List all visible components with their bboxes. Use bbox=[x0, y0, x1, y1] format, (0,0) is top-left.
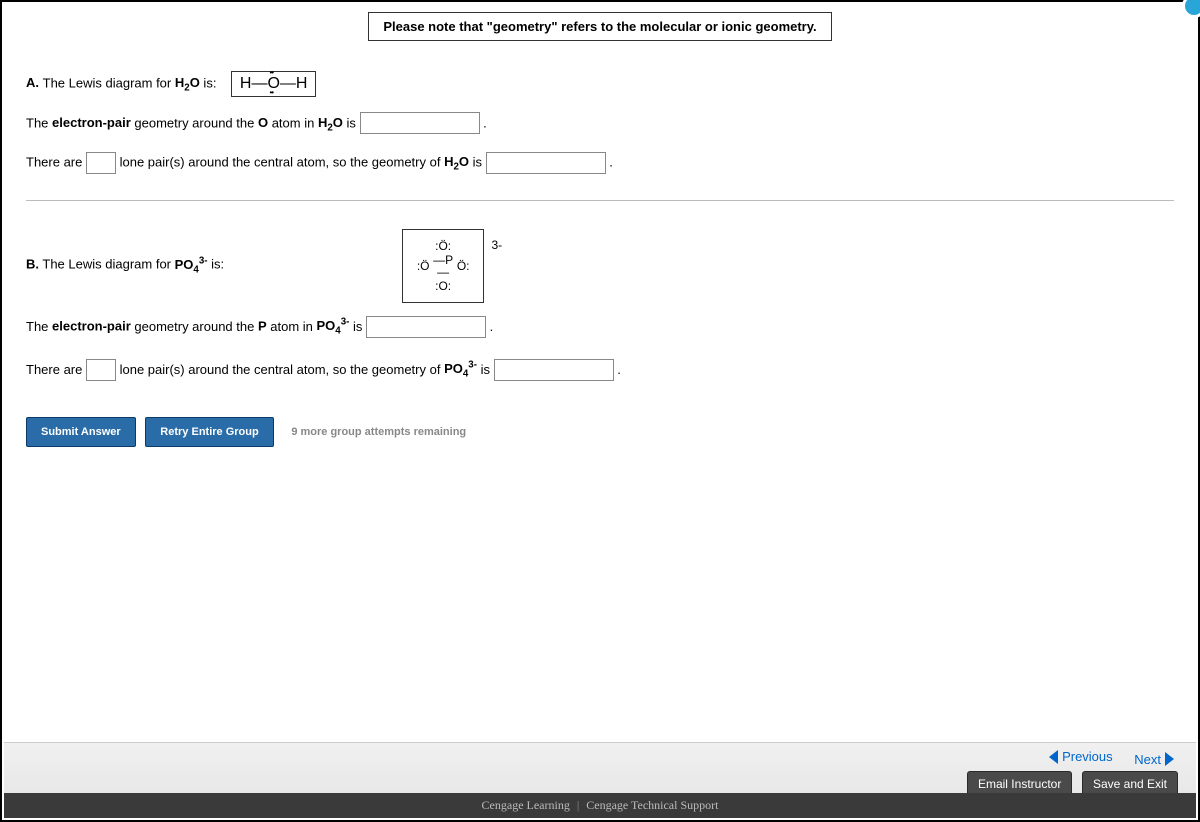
part-a-q1: The electron-pair geometry around the O … bbox=[26, 109, 1174, 143]
b-lone-pairs-input[interactable] bbox=[86, 359, 116, 381]
previous-button[interactable]: Previous bbox=[1045, 749, 1113, 764]
f: O bbox=[459, 154, 469, 169]
text: The Lewis diagram for bbox=[43, 76, 175, 91]
a-geometry-input[interactable] bbox=[486, 152, 606, 174]
nav-row: Previous Next bbox=[4, 743, 1196, 767]
a-lone-pairs-input[interactable] bbox=[86, 152, 116, 174]
f: O bbox=[190, 75, 200, 90]
text: electron-pair bbox=[52, 115, 131, 130]
text: geometry around the bbox=[131, 319, 258, 334]
part-b-q1: The electron-pair geometry around the P … bbox=[26, 309, 1174, 346]
formula-h2o: H2O bbox=[318, 115, 343, 130]
footer-cengage[interactable]: Cengage Learning bbox=[482, 798, 570, 812]
f: H bbox=[318, 115, 327, 130]
next-label: Next bbox=[1134, 752, 1161, 767]
text: lone pair(s) around the central atom, so… bbox=[120, 362, 444, 377]
f: O bbox=[333, 115, 343, 130]
f: H bbox=[175, 75, 184, 90]
divider bbox=[26, 200, 1174, 201]
app-frame: Please note that "geometry" refers to th… bbox=[0, 0, 1200, 822]
f: 3- bbox=[199, 255, 208, 266]
text: The Lewis diagram for bbox=[42, 257, 174, 272]
text: P bbox=[258, 318, 267, 333]
text: The bbox=[26, 115, 52, 130]
submit-button[interactable]: Submit Answer bbox=[26, 417, 136, 447]
f: PO bbox=[317, 318, 336, 333]
period: . bbox=[490, 319, 494, 334]
a-electron-pair-geometry-input[interactable] bbox=[360, 112, 480, 134]
lewis-po4-icon: :Ö: :Ö—P—Ö: :O: bbox=[402, 229, 484, 303]
formula-po4: PO43- bbox=[317, 318, 350, 333]
note-row: Please note that "geometry" refers to th… bbox=[26, 12, 1174, 41]
b-geometry-input[interactable] bbox=[494, 359, 614, 381]
f: PO bbox=[444, 361, 463, 376]
text: is: bbox=[208, 257, 225, 272]
part-a-label: A. bbox=[26, 75, 39, 90]
previous-label: Previous bbox=[1062, 749, 1113, 764]
text: electron-pair bbox=[52, 318, 131, 333]
attempts-remaining: 9 more group attempts remaining bbox=[291, 426, 466, 438]
f: PO bbox=[175, 257, 194, 272]
part-b-intro-text: B. The Lewis diagram for PO43- is: bbox=[26, 247, 224, 284]
f: 3- bbox=[468, 360, 477, 371]
period: . bbox=[609, 155, 613, 170]
text: O bbox=[258, 115, 268, 130]
chevron-right-icon bbox=[1165, 752, 1174, 766]
part-a-q2: There are lone pair(s) around the centra… bbox=[26, 148, 1174, 182]
formula-po4: PO43- bbox=[444, 361, 477, 376]
text: is bbox=[469, 155, 486, 170]
work-area: Please note that "geometry" refers to th… bbox=[2, 2, 1198, 447]
b-electron-pair-geometry-input[interactable] bbox=[366, 316, 486, 338]
text: is bbox=[343, 115, 360, 130]
note-box: Please note that "geometry" refers to th… bbox=[368, 12, 831, 41]
formula-h2o: H2O bbox=[444, 154, 469, 169]
lewis-h2o-icon: H—O••••—H bbox=[231, 71, 317, 97]
footer-support[interactable]: Cengage Technical Support bbox=[586, 798, 718, 812]
part-a-intro: A. The Lewis diagram for H2O is: H—O••••… bbox=[26, 69, 1174, 103]
button-row: Submit Answer Retry Entire Group 9 more … bbox=[26, 417, 1174, 447]
next-button[interactable]: Next bbox=[1134, 752, 1178, 767]
bottom-bar: Previous Next Email Instructor Save and … bbox=[4, 742, 1196, 818]
part-a: A. The Lewis diagram for H2O is: H—O••••… bbox=[26, 69, 1174, 182]
part-b-q2: There are lone pair(s) around the centra… bbox=[26, 352, 1174, 389]
footer-sep: | bbox=[577, 798, 579, 812]
footer-strip: Cengage Learning | Cengage Technical Sup… bbox=[4, 793, 1196, 818]
retry-button[interactable]: Retry Entire Group bbox=[145, 417, 273, 447]
text: There are bbox=[26, 362, 86, 377]
formula-po4: PO43- bbox=[175, 257, 208, 272]
text: lone pair(s) around the central atom, so… bbox=[120, 155, 444, 170]
text: is bbox=[349, 319, 366, 334]
text: is: bbox=[200, 76, 217, 91]
chevron-left-icon bbox=[1049, 750, 1058, 764]
text: atom in bbox=[268, 115, 318, 130]
text: geometry around the bbox=[131, 115, 258, 130]
lewis-po4-wrap: :Ö: :Ö—P—Ö: :O: 3- bbox=[402, 229, 484, 303]
part-b: B. The Lewis diagram for PO43- is: :Ö: :… bbox=[26, 229, 1174, 389]
text: There are bbox=[26, 155, 86, 170]
part-b-label: B. bbox=[26, 257, 39, 272]
text: is bbox=[477, 362, 494, 377]
formula-h2o: H2O bbox=[175, 75, 200, 90]
text: The bbox=[26, 319, 52, 334]
action-row: Email Instructor Save and Exit bbox=[4, 767, 1196, 797]
period: . bbox=[483, 115, 487, 130]
period: . bbox=[617, 362, 621, 377]
charge-label: 3- bbox=[491, 231, 502, 259]
part-b-intro: B. The Lewis diagram for PO43- is: :Ö: :… bbox=[26, 229, 1174, 303]
text: atom in bbox=[267, 319, 317, 334]
